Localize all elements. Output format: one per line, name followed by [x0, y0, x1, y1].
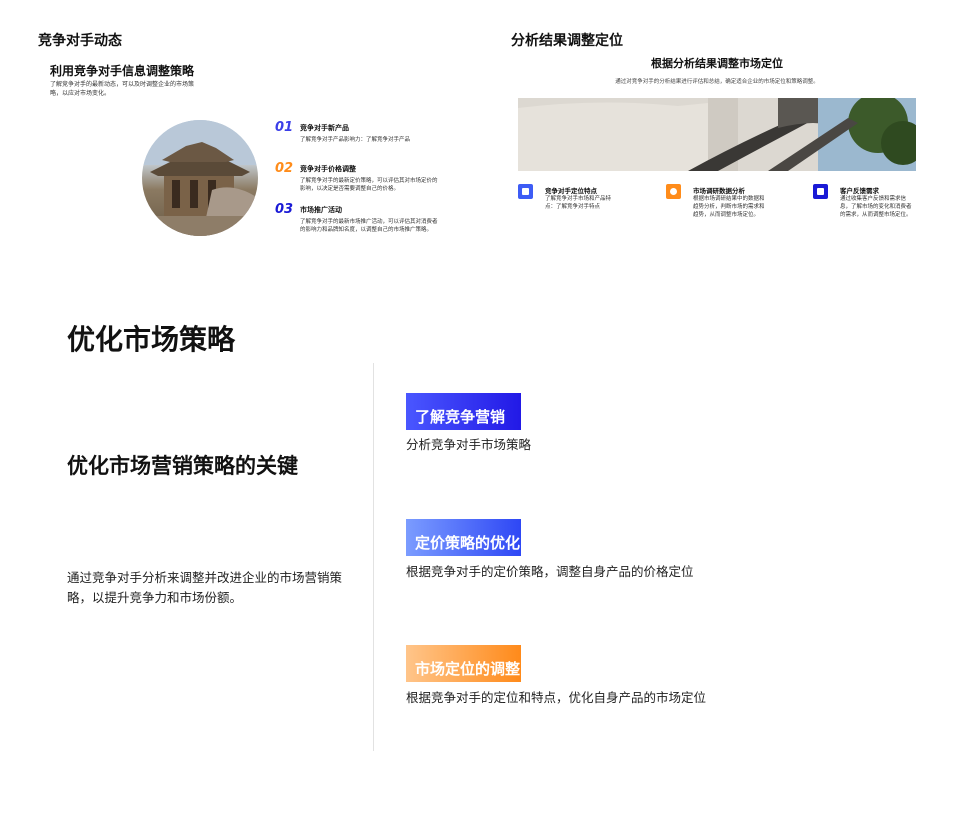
temple-photo [142, 120, 258, 236]
chat-icon [813, 184, 828, 199]
slide2-subtitle: 通过对竞争对手的分析结果进行评估和总结，确定适合企业的市场定位和策略调整。 [615, 79, 819, 85]
building-image-icon [518, 98, 916, 171]
item-number: 02 [275, 161, 294, 176]
image-icon [518, 184, 533, 199]
item-text: 了解竞争对手产品影响力：了解竞争对手产品 [300, 137, 411, 143]
card-text: 了解竞争对手市场和产品特点：了解竞争对手特点 [545, 196, 612, 210]
point-text: 根据竞争对手的定价策略，调整自身产品的价格定位 [406, 564, 694, 579]
point-text: 根据竞争对手的定位和特点，优化自身产品的市场定位 [406, 690, 707, 705]
item-number: 01 [275, 120, 294, 135]
slide2-heading: 分析结果调整定位 [511, 33, 623, 49]
slide2-title: 根据分析结果调整市场定位 [651, 57, 783, 70]
item-title: 竞争对手新产品 [300, 124, 349, 132]
item-text: 了解竞争对手的最新市场推广活动，可以评估其对消费者的影响力和品牌知名度，以调整自… [300, 219, 438, 233]
card-title: 竞争对手定位特点 [545, 187, 597, 195]
slide3-key-title: 优化市场营销策略的关键 [67, 454, 298, 478]
building-photo [518, 98, 916, 171]
slide1-heading: 竞争对手动态 [38, 33, 122, 49]
card-title: 市场调研数据分析 [693, 187, 745, 195]
point-tag-positioning: 市场定位的调整 [406, 645, 521, 682]
item-title: 市场推广活动 [300, 206, 342, 214]
point-tag-pricing: 定价策略的优化 [406, 519, 521, 556]
item-number: 03 [275, 202, 294, 217]
point-text: 分析竞争对手市场策略 [406, 437, 532, 452]
slide3-heading: 优化市场策略 [67, 323, 236, 356]
item-title: 竞争对手价格调整 [300, 165, 356, 173]
card-text: 根据市场调研结果中的数据和趋势分析，判断市场的需求和趋势，从而调整市场定位。 [693, 196, 765, 218]
card-text: 通过收集客户反馈和需求信息，了解市场的变化和消费者的需求，从而调整市场定位。 [840, 196, 912, 218]
slide3-description: 通过竞争对手分析来调整并改进企业的市场营销策略，以提升竞争力和市场份额。 [67, 570, 343, 605]
card-title: 客户反馈需求 [840, 187, 879, 195]
slide1-title: 利用竞争对手信息调整策略 [50, 64, 195, 78]
slide1-description: 了解竞争对手的最新动态，可以及时调整企业的市场策略，以应对市场变化。 [50, 81, 195, 97]
temple-image-icon [142, 120, 258, 236]
item-text: 了解竞争对手的最新定价策略，可以评估其对市场定价的影响，以决定是否需要调整自己的… [300, 178, 438, 192]
gear-icon [666, 184, 681, 199]
point-tag-competitive-marketing: 了解竞争营销 [406, 393, 521, 430]
slide3-divider [373, 363, 374, 751]
